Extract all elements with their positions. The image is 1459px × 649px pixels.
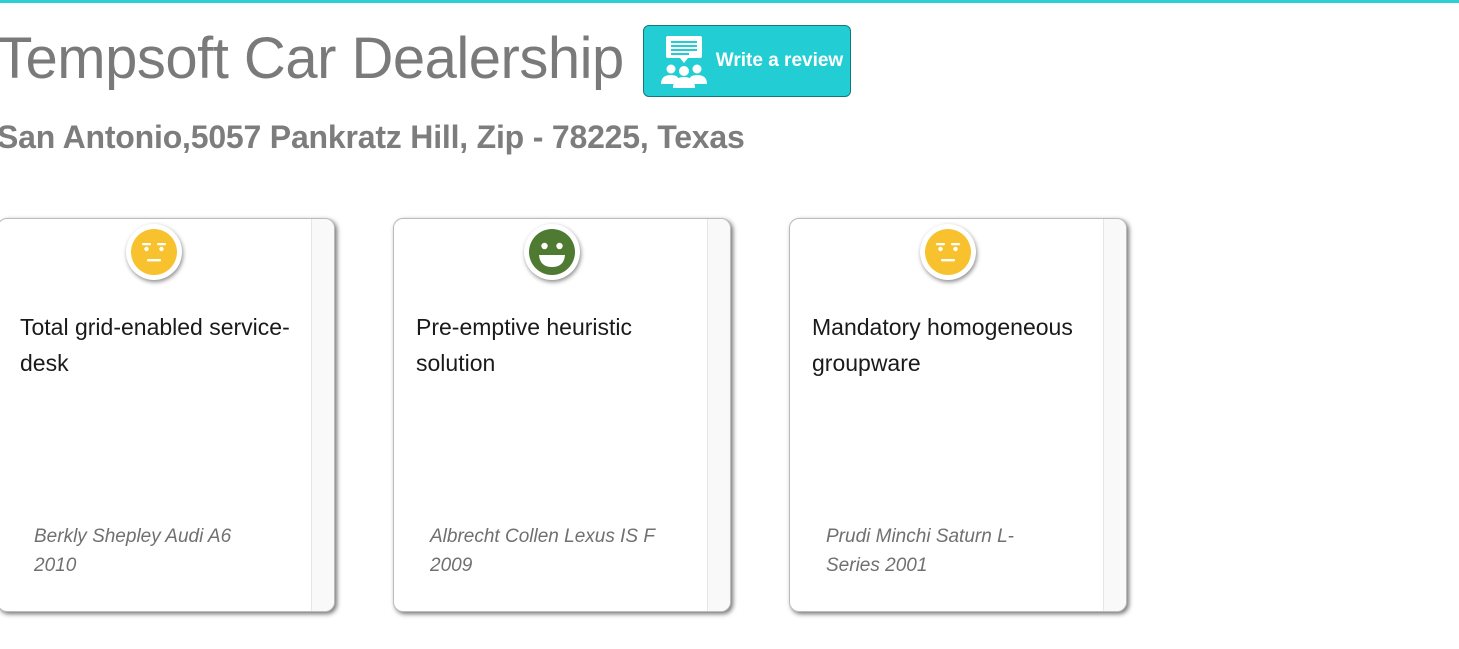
review-text: Mandatory homogeneous groupware: [812, 314, 1073, 376]
top-accent-border: [0, 0, 1459, 3]
review-card: Total grid-enabled service-desk Berkly S…: [0, 218, 335, 612]
reviewer-name: Berkly Shepley Audi A6 2010: [34, 526, 232, 576]
header: Tempsoft Car Dealership Write a review: [0, 24, 851, 97]
page-title: Tempsoft Car Dealership: [0, 26, 624, 91]
review-card: Pre-emptive heuristic solution Albrecht …: [393, 218, 731, 612]
group-review-icon: [660, 36, 707, 88]
neutral-face-icon: [126, 224, 182, 280]
happy-face-icon: [524, 224, 580, 280]
write-review-button[interactable]: Write a review: [642, 25, 851, 97]
dealership-address: San Antonio,5057 Pankratz Hill, Zip - 78…: [0, 119, 745, 155]
neutral-face-icon: [920, 224, 976, 280]
review-card: Mandatory homogeneous groupware Prudi Mi…: [789, 218, 1127, 612]
card-scrollbar[interactable]: [707, 219, 730, 611]
write-review-label: Write a review: [715, 50, 844, 71]
card-scrollbar[interactable]: [1103, 219, 1126, 611]
review-text: Pre-emptive heuristic solution: [416, 314, 633, 376]
review-text: Total grid-enabled service-desk: [20, 314, 290, 376]
card-scrollbar[interactable]: [311, 219, 334, 611]
reviewer-name: Albrecht Collen Lexus IS F 2009: [430, 526, 655, 576]
reviewer-name: Prudi Minchi Saturn L-Series 2001: [826, 526, 1014, 576]
